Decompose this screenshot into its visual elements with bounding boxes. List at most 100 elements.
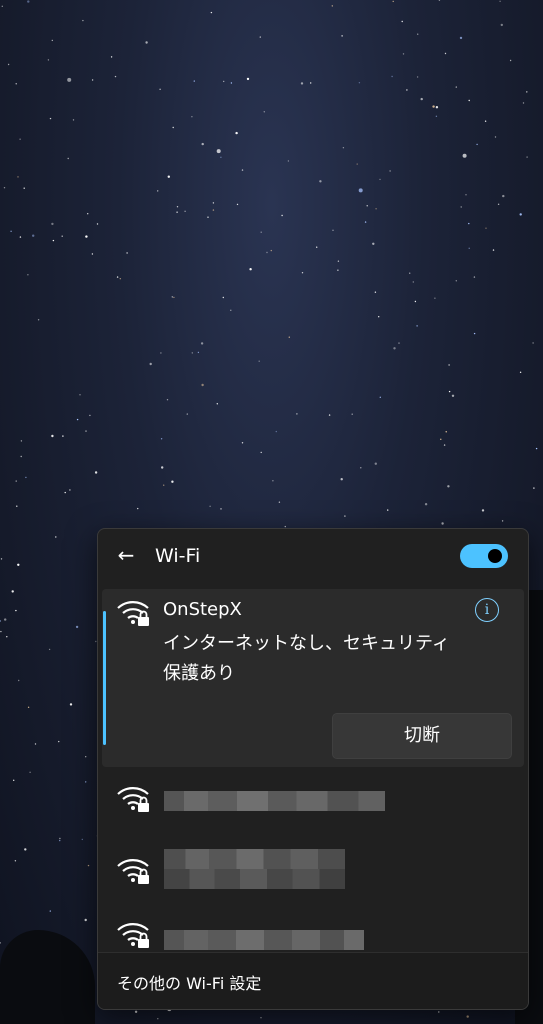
wifi-toggle[interactable] <box>460 544 508 568</box>
star <box>468 99 470 102</box>
star <box>260 451 262 454</box>
star <box>416 76 419 78</box>
star <box>497 203 500 205</box>
star <box>455 280 457 282</box>
star <box>114 75 117 78</box>
star <box>20 440 23 442</box>
star <box>468 222 470 225</box>
star <box>337 260 340 262</box>
star <box>52 239 55 242</box>
star <box>220 156 222 158</box>
back-arrow-icon[interactable]: ← <box>116 543 136 567</box>
star <box>64 491 66 494</box>
star <box>342 147 345 149</box>
star <box>1 5 3 8</box>
star <box>210 11 213 14</box>
star <box>260 231 262 233</box>
star <box>374 291 377 293</box>
connected-network-item[interactable]: OnStepX インターネットなし、セキュリティ保護あり i 切断 <box>102 589 524 767</box>
star <box>519 371 522 373</box>
star <box>287 160 290 162</box>
star <box>87 864 90 867</box>
network-list-item[interactable] <box>98 845 528 909</box>
network-list-item[interactable] <box>98 773 528 837</box>
star <box>360 467 362 469</box>
star <box>27 706 30 708</box>
star <box>300 82 304 85</box>
star <box>332 229 334 231</box>
star <box>14 860 17 862</box>
star <box>15 83 17 85</box>
star <box>137 507 139 510</box>
star <box>337 269 339 271</box>
star <box>484 120 487 122</box>
star <box>533 487 535 489</box>
star <box>24 848 27 851</box>
star <box>222 296 224 299</box>
star <box>116 276 119 278</box>
star <box>184 210 186 212</box>
star <box>406 89 408 91</box>
pixelated-ssid <box>164 869 345 889</box>
star <box>481 509 485 512</box>
star <box>445 431 447 433</box>
footer-label: その他の Wi-Fi 設定 <box>117 974 262 993</box>
star <box>13 779 15 781</box>
panel-header: ← Wi-Fi <box>98 529 528 585</box>
star <box>17 563 20 566</box>
star <box>96 223 99 225</box>
star <box>272 480 274 482</box>
star <box>364 221 367 223</box>
star <box>532 342 534 344</box>
star <box>23 187 25 189</box>
star <box>522 102 525 104</box>
star <box>75 625 79 629</box>
star <box>473 276 476 278</box>
star <box>81 838 84 841</box>
star <box>374 462 377 465</box>
star <box>157 190 159 192</box>
more-wifi-settings-link[interactable]: その他の Wi-Fi 設定 <box>98 952 528 1009</box>
star <box>391 75 393 78</box>
star <box>201 383 204 387</box>
star <box>502 194 505 198</box>
star <box>492 249 495 251</box>
star <box>89 414 91 417</box>
star <box>434 297 436 299</box>
pixelated-ssid <box>164 930 364 950</box>
star <box>340 478 343 481</box>
star <box>51 434 54 438</box>
wifi-secured-icon <box>117 787 149 812</box>
star <box>260 1017 262 1019</box>
star <box>3 187 6 189</box>
star <box>401 20 403 23</box>
star <box>440 438 442 440</box>
star <box>163 484 165 486</box>
star <box>119 278 122 280</box>
star <box>448 390 451 393</box>
star <box>441 522 444 525</box>
star <box>216 403 218 405</box>
star <box>126 252 128 254</box>
star <box>435 115 438 118</box>
star <box>460 206 462 208</box>
star <box>444 52 447 55</box>
star <box>230 309 232 311</box>
star <box>398 342 400 344</box>
star <box>48 648 51 651</box>
star <box>241 442 244 444</box>
disconnect-button[interactable]: 切断 <box>332 713 512 759</box>
star <box>19 236 22 238</box>
star <box>51 222 54 226</box>
star <box>455 86 457 88</box>
star <box>69 703 73 706</box>
star <box>275 430 277 433</box>
star <box>246 77 250 81</box>
star <box>501 520 504 522</box>
star <box>416 325 418 327</box>
star <box>6 636 8 638</box>
star <box>331 5 333 7</box>
star <box>389 170 391 172</box>
info-icon[interactable]: i <box>475 598 499 622</box>
star <box>278 501 281 503</box>
